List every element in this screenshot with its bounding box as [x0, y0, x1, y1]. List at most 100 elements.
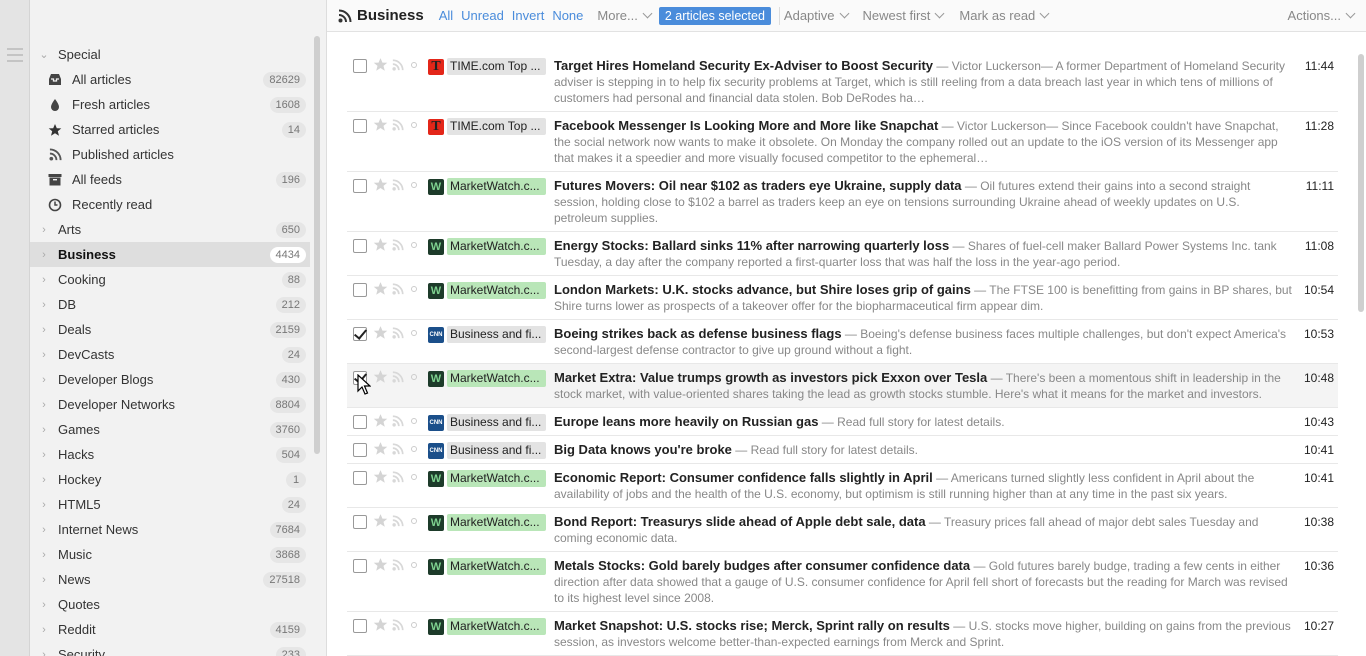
actions-dropdown[interactable]: Actions...: [1288, 8, 1356, 23]
article-checkbox[interactable]: [353, 59, 367, 73]
article-row[interactable]: W MarketWatch.c... London Markets: U.K. st…: [347, 276, 1338, 320]
sidebar-scrollbar[interactable]: [314, 36, 320, 454]
star-icon[interactable]: [373, 617, 388, 632]
publish-icon[interactable]: [392, 619, 404, 631]
article-row[interactable]: CNN Business and fi... Boeing strikes back…: [347, 320, 1338, 364]
publish-icon[interactable]: [392, 515, 404, 527]
category-devcasts[interactable]: › DevCasts 24: [30, 342, 310, 367]
more-dropdown[interactable]: More...: [597, 8, 653, 23]
chevron-right-icon[interactable]: ›: [39, 549, 49, 561]
star-icon[interactable]: [373, 325, 388, 340]
category-news[interactable]: › News 27518: [30, 567, 310, 592]
article-summary[interactable]: Metals Stocks: Gold barely budges after …: [554, 558, 1294, 606]
category-html5[interactable]: › HTML5 24: [30, 492, 310, 517]
article-title[interactable]: Market Extra: Value trumps growth as inv…: [554, 370, 987, 385]
publish-icon[interactable]: [392, 119, 404, 131]
article-checkbox[interactable]: [353, 239, 367, 253]
chevron-right-icon[interactable]: ›: [39, 524, 49, 536]
article-checkbox[interactable]: [353, 327, 367, 341]
article-title[interactable]: Boeing strikes back as defense business …: [554, 326, 842, 341]
article-checkbox[interactable]: [353, 619, 367, 633]
article-title[interactable]: Futures Movers: Oil near $102 as traders…: [554, 178, 962, 193]
star-icon[interactable]: [373, 57, 388, 72]
chevron-right-icon[interactable]: ›: [39, 399, 49, 411]
chevron-right-icon[interactable]: ›: [39, 424, 49, 436]
publish-icon[interactable]: [392, 283, 404, 295]
feed-name-tag[interactable]: MarketWatch.c...: [447, 370, 546, 387]
article-summary[interactable]: Europe leans more heavily on Russian gas…: [554, 414, 1294, 430]
category-developer-networks[interactable]: › Developer Networks 8804: [30, 392, 310, 417]
article-title[interactable]: Target Hires Homeland Security Ex-Advise…: [554, 58, 933, 73]
star-icon[interactable]: [373, 441, 388, 456]
article-checkbox[interactable]: [353, 443, 367, 457]
special-item-all-articles[interactable]: All articles 82629: [30, 67, 310, 92]
article-checkbox[interactable]: [353, 415, 367, 429]
category-cooking[interactable]: › Cooking 88: [30, 267, 310, 292]
article-row[interactable]: T TIME.com Top ... Target Hires Homeland S…: [347, 52, 1338, 112]
select-none-link[interactable]: None: [552, 8, 583, 23]
article-summary[interactable]: Market Extra: Value trumps growth as inv…: [554, 370, 1294, 402]
feed-name-tag[interactable]: Business and fi...: [447, 442, 546, 459]
star-icon[interactable]: [373, 237, 388, 252]
article-title[interactable]: Energy Stocks: Ballard sinks 11% after n…: [554, 238, 949, 253]
special-item-fresh-articles[interactable]: Fresh articles 1608: [30, 92, 310, 117]
select-all-link[interactable]: All: [439, 8, 453, 23]
article-row[interactable]: CNN Business and fi... Europe leans more h…: [347, 408, 1338, 436]
chevron-right-icon[interactable]: ›: [39, 649, 49, 656]
category-arts[interactable]: › Arts 650: [30, 217, 310, 242]
feed-name-tag[interactable]: TIME.com Top ...: [447, 118, 546, 135]
star-icon[interactable]: [373, 117, 388, 132]
category-hacks[interactable]: › Hacks 504: [30, 442, 310, 467]
star-icon[interactable]: [373, 369, 388, 384]
feed-name-tag[interactable]: MarketWatch.c...: [447, 514, 546, 531]
publish-icon[interactable]: [392, 443, 404, 455]
star-icon[interactable]: [373, 469, 388, 484]
star-icon[interactable]: [373, 557, 388, 572]
chevron-right-icon[interactable]: ›: [39, 474, 49, 486]
category-quotes[interactable]: › Quotes: [30, 592, 310, 617]
chevron-right-icon[interactable]: ›: [39, 499, 49, 511]
article-summary[interactable]: Energy Stocks: Ballard sinks 11% after n…: [554, 238, 1294, 270]
star-icon[interactable]: [373, 513, 388, 528]
publish-icon[interactable]: [392, 471, 404, 483]
article-summary[interactable]: Economic Report: Consumer confidence fal…: [554, 470, 1294, 502]
view-mode-dropdown[interactable]: Adaptive: [784, 8, 849, 23]
feed-name-tag[interactable]: MarketWatch.c...: [447, 470, 546, 487]
article-summary[interactable]: Target Hires Homeland Security Ex-Advise…: [554, 58, 1294, 106]
chevron-right-icon[interactable]: ›: [39, 374, 49, 386]
publish-icon[interactable]: [392, 327, 404, 339]
chevron-right-icon[interactable]: ›: [39, 599, 49, 611]
article-summary[interactable]: Facebook Messenger Is Looking More and M…: [554, 118, 1294, 166]
chevron-right-icon[interactable]: ›: [39, 324, 49, 336]
publish-icon[interactable]: [392, 239, 404, 251]
feed-name-tag[interactable]: MarketWatch.c...: [447, 282, 546, 299]
article-title[interactable]: Big Data knows you're broke: [554, 442, 732, 457]
article-title[interactable]: Economic Report: Consumer confidence fal…: [554, 470, 933, 485]
publish-icon[interactable]: [392, 179, 404, 191]
article-checkbox[interactable]: [353, 515, 367, 529]
article-checkbox[interactable]: [353, 179, 367, 193]
article-title[interactable]: Metals Stocks: Gold barely budges after …: [554, 558, 970, 573]
feed-name-tag[interactable]: TIME.com Top ...: [447, 58, 546, 75]
article-row[interactable]: W MarketWatch.c... Energy Stocks: Ballard …: [347, 232, 1338, 276]
article-summary[interactable]: Market Snapshot: U.S. stocks rise; Merck…: [554, 618, 1294, 650]
article-title[interactable]: Market Snapshot: U.S. stocks rise; Merck…: [554, 618, 950, 633]
feed-name-tag[interactable]: MarketWatch.c...: [447, 618, 546, 635]
collapse-handle-icon[interactable]: [7, 48, 23, 66]
category-reddit[interactable]: › Reddit 4159: [30, 617, 310, 642]
category-db[interactable]: › DB 212: [30, 292, 310, 317]
publish-icon[interactable]: [392, 559, 404, 571]
star-icon[interactable]: [373, 177, 388, 192]
article-row[interactable]: CNN Business and fi... Big Data knows you'…: [347, 436, 1338, 464]
article-row[interactable]: W MarketWatch.c... Metals Stocks: Gold bar…: [347, 552, 1338, 612]
article-checkbox[interactable]: [353, 559, 367, 573]
special-item-starred-articles[interactable]: Starred articles 14: [30, 117, 310, 142]
publish-icon[interactable]: [392, 371, 404, 383]
article-summary[interactable]: Bond Report: Treasurys slide ahead of Ap…: [554, 514, 1294, 546]
category-special[interactable]: ⌄ Special: [30, 42, 310, 67]
select-invert-link[interactable]: Invert: [512, 8, 545, 23]
feed-name-tag[interactable]: MarketWatch.c...: [447, 178, 546, 195]
chevron-right-icon[interactable]: ›: [39, 574, 49, 586]
sort-dropdown[interactable]: Newest first: [863, 8, 945, 23]
special-item-all-feeds[interactable]: All feeds 196: [30, 167, 310, 192]
